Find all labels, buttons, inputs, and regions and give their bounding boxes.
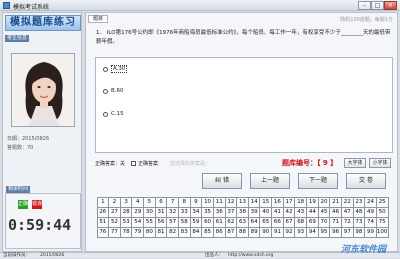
candidate-section-label: 考生信息 [5, 35, 30, 42]
operator-label: 当前操作员： [3, 253, 30, 258]
submit-exam-button[interactable]: 交 卷 [346, 173, 386, 189]
wrong-indicator: 错误 [32, 200, 43, 209]
report-error-button[interactable]: 纠 错 [202, 173, 242, 189]
sidebar: 模拟题库练习 考生信息 日期：2015/0826 答题数：70 剩余时间 正确 … [2, 12, 82, 252]
option-label: B.60 [111, 88, 124, 94]
font-smaller-button[interactable]: 小字体 [369, 158, 391, 168]
question-panel: 题目 随机100道题，每题1分 1． ILO第176号公约即《1976年商船海员… [85, 12, 398, 252]
option-b[interactable]: B.60 [103, 88, 124, 94]
app-icon [3, 2, 10, 9]
close-button[interactable]: × [384, 1, 397, 10]
answer-label: 正确答案： [95, 161, 121, 167]
option-a[interactable]: A.30 [103, 65, 128, 73]
correct-indicator: 正确 [18, 200, 29, 209]
next-question-button[interactable]: 下一题 [298, 173, 338, 189]
question-cell[interactable]: 100 [375, 226, 389, 238]
prev-question-button[interactable]: 上一题 [250, 173, 290, 189]
font-larger-button[interactable]: 大字体 [344, 158, 366, 168]
producer-label: 出品人： [205, 253, 223, 258]
question-text: 1． ILO第176号公约即《1976年商船海员最低标准公约》，每个船员、每工作… [96, 30, 391, 45]
question-number: 题库编号：【 9 】 [282, 159, 338, 167]
producer-url: http://www.xdsh.org [228, 253, 274, 258]
option-c[interactable]: C.15 [103, 111, 124, 117]
question-grid: 1 2 3 4 5 6 7 8 9 10 11 12 13 14 15 16 17 18 19 20 21 22 23 24 2… [96, 196, 389, 238]
radio-icon[interactable] [103, 88, 108, 94]
timer-panel: 剩余时间 正确 错误 0:59:44 [5, 186, 81, 249]
tab-question[interactable]: 题目 [88, 15, 109, 23]
countdown-timer: 0:59:44 [8, 216, 72, 234]
title-bar: 模拟考试系统 – □ × [0, 0, 400, 11]
minimize-button[interactable]: – [358, 1, 371, 10]
answered-count: 答题数：70 [7, 145, 34, 151]
selected-answer-hint: 您选择的答案是： [170, 161, 211, 167]
timer-section-label: 剩余时间 [6, 186, 31, 193]
logo-title: 模拟题库练习 [5, 15, 81, 31]
radio-icon[interactable] [103, 66, 108, 72]
answer-value: 关 [120, 161, 126, 167]
user-photo-icon [12, 54, 74, 126]
option-label: A.30 [111, 65, 128, 73]
option-label: C.15 [111, 111, 124, 117]
window-title: 模拟考试系统 [13, 4, 50, 11]
exam-date: 日期：2015/0826 [7, 136, 50, 142]
show-answer-label: 正确答案 [138, 161, 159, 167]
maximize-button[interactable]: □ [371, 1, 384, 10]
answer-line: 正确答案： 关 正确答案 您选择的答案是： [95, 160, 210, 167]
status-date: 2015/0826 [40, 253, 65, 258]
options-box: A.30 B.60 C.15 [95, 57, 393, 153]
watermark-logo: 河东软件园 [340, 245, 386, 255]
exam-info: 随机100道题，每题1分 [340, 17, 393, 23]
candidate-photo [11, 53, 75, 127]
show-answer-checkbox[interactable] [131, 161, 137, 166]
radio-icon[interactable] [103, 111, 108, 117]
